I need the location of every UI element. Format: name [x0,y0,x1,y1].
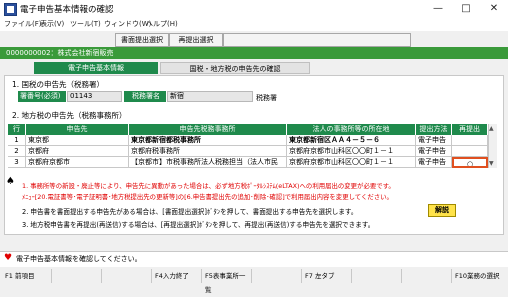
menu-view[interactable]: 表示(V) [40,19,64,29]
row1-tax-office[interactable]: 東京都新宿都税事務所 [129,135,287,146]
fkey-f6[interactable] [252,269,302,283]
row1-no: 1 [8,135,26,146]
row3-method[interactable]: 電子申告 [416,157,452,168]
row2-destination[interactable]: 京都府 [26,146,129,157]
tax-office-suffix: 税務署 [256,94,277,102]
row3-tax-office[interactable]: 【京都市】市税事務所法人税務担当（法人市民 [129,157,287,168]
row2-resubmit[interactable] [452,146,488,157]
menu-window[interactable]: ウィンドウ(W) [104,19,151,29]
tax-office-name-field[interactable]: 新宿 [167,91,253,102]
col-header-method: 提出方法 [416,124,452,135]
window-title: 電子申告基本情報の確認 [20,5,114,15]
note1-line1: 1. 事務所等の新設・廃止等により、申告先に異動があった場合は、必ず地方税ﾎﾟｰ… [22,182,395,190]
col-header-row: 行 [8,124,26,135]
fkey-f1[interactable]: F1 前項目 [2,269,52,283]
fkey-f4[interactable]: F4入力終了 [152,269,202,283]
spade-icon: ♠ [6,176,15,187]
fkey-f10[interactable]: F10業務の選択 [452,269,506,283]
app-icon [4,3,17,16]
row2-address[interactable]: 京都府京都市山科区〇〇町１－１ [287,146,416,157]
maximize-button[interactable]: □ [452,0,480,18]
fkey-f9[interactable] [402,269,452,283]
tab-basic-info[interactable]: 電子申告基本情報 [34,62,158,74]
row3-no: 3 [8,157,26,168]
fkey-f3[interactable] [102,269,152,283]
toolbar-empty-button [223,33,411,47]
tab-filing-destination[interactable]: 国税・地方税の申告先の確認 [160,62,310,74]
col-header-address: 法人の事務所等の所在地 [287,124,416,135]
tax-office-code-label: 署番号(必須) [18,91,66,102]
fkey-f7[interactable]: F7 左タブ [302,269,352,283]
fkey-f8[interactable] [352,269,402,283]
fkey-f2[interactable] [52,269,102,283]
row3-address[interactable]: 京都府京都市山科区〇〇町１－１ [287,157,416,168]
scroll-up-icon[interactable]: ▲ [489,125,494,132]
col-header-tax-office: 申告先税務事務所 [129,124,287,135]
note2-text: 2. 申告書を書面提出する申告先がある場合は、[書面提出選択]ﾎﾞﾀﾝを押して、… [22,208,358,216]
heart-icon: ♥ [4,253,13,263]
explanation-button[interactable]: 解説 [428,204,456,217]
close-button[interactable]: ✕ [480,0,508,18]
row1-address[interactable]: 東京都新宿区ＡＡ４－５－６ [287,135,416,146]
tax-office-code-field[interactable]: 01143 [67,91,122,102]
tax-office-name-label: 税務署名 [124,91,166,102]
section2-title: 2. 地方税の申告先（税務事務所） [12,111,127,120]
row3-resubmit[interactable]: ○ [452,157,488,168]
status-message: 電子申告基本情報を確認してください。 [16,255,142,263]
row2-no: 2 [8,146,26,157]
row2-method[interactable]: 電子申告 [416,146,452,157]
row1-method[interactable]: 電子申告 [416,135,452,146]
row3-destination[interactable]: 京都府京都市 [26,157,129,168]
section1-title: 1. 国税の申告先（税務署） [12,80,105,89]
col-header-destination: 申告先 [26,124,129,135]
col-header-resubmit: 再提出 [452,124,488,135]
row2-tax-office[interactable]: 京都府税事務所 [129,146,287,157]
minimize-button[interactable]: — [424,0,452,18]
note1-line2: ﾒﾆｭｰ[20.電証書等･電子証明書･地方税提出先の更新等]の[6.申告書提出先… [22,193,393,201]
row1-destination[interactable]: 東京都 [26,135,129,146]
fkey-f5[interactable]: F5表事業所一覧 [202,269,252,294]
paper-submit-select-button[interactable]: 書面提出選択 [115,33,169,47]
scroll-down-icon[interactable]: ▼ [489,160,494,167]
menu-tools[interactable]: ツール(T) [70,19,101,29]
company-name: 0000000002：株式会社新宿販売 [6,49,114,57]
note3-text: 3. 地方税申告書を再提出(再送信)する場合は、[再提出選択]ﾎﾞﾀﾝを押して、… [22,221,375,229]
row1-resubmit[interactable] [452,135,488,146]
menu-help[interactable]: ヘルプ(H) [146,19,178,29]
resubmit-select-button[interactable]: 再提出選択 [169,33,223,47]
menu-file[interactable]: ファイル(F) [4,19,42,29]
